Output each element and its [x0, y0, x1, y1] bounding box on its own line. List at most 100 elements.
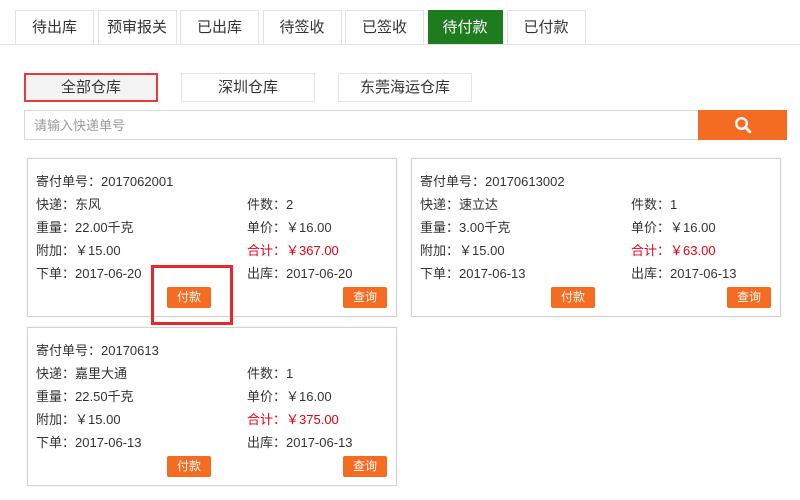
pay-button[interactable]: 付款 [167, 287, 211, 308]
surcharge-field: 附加：￥15.00 [36, 408, 247, 431]
total-label: 合计： [631, 243, 671, 258]
courier-field: 快递：东风 [36, 193, 247, 216]
outbound-date-label: 出库： [631, 266, 671, 281]
pieces-field: 件数：2 [247, 193, 387, 216]
pay-button[interactable]: 付款 [551, 287, 595, 308]
pay-button[interactable]: 付款 [167, 456, 211, 477]
courier-value: 东风 [75, 197, 102, 212]
pieces-label: 件数： [631, 197, 671, 212]
courier-label: 快递： [420, 197, 460, 212]
pieces-value: 2 [286, 197, 294, 212]
outbound-date-label: 出库： [247, 266, 287, 281]
tab-paid[interactable]: 已付款 [506, 10, 586, 44]
order-date-field: 下单：2017-06-13 [420, 262, 631, 285]
query-button[interactable]: 查询 [343, 287, 387, 308]
courier-value: 嘉里大通 [75, 366, 128, 381]
unit-price-value: ￥16.00 [286, 389, 332, 404]
order-date-label: 下单： [36, 435, 76, 450]
total-label: 合计： [247, 412, 287, 427]
order-number-value: 2017062001 [101, 174, 174, 189]
order-number-label: 寄付单号： [420, 174, 486, 189]
outbound-date-value: 2017-06-13 [286, 435, 353, 450]
unit-price-field: 单价：￥16.00 [631, 216, 771, 239]
pieces-label: 件数： [247, 197, 287, 212]
order-number-field: 寄付单号：2017062001 [36, 170, 387, 193]
order-fields: 寄付单号：2017062001 快递：东风 件数：2 重量：22.00千克 单价… [36, 170, 387, 285]
total-value: ￥63.00 [670, 243, 716, 258]
tab-signed[interactable]: 已签收 [345, 10, 424, 44]
tab-pending-signoff[interactable]: 待签收 [262, 10, 342, 44]
status-tab-bar: 待出库 预审报关 已出库 待签收 已签收 待付款 已付款 [15, 10, 589, 44]
surcharge-field: 附加：￥15.00 [420, 239, 631, 262]
warehouse-filter-all[interactable]: 全部仓库 [24, 73, 158, 102]
order-date-label: 下单： [36, 266, 76, 281]
pieces-value: 1 [286, 366, 294, 381]
outbound-date-value: 2017-06-20 [286, 266, 353, 281]
weight-label: 重量： [36, 389, 76, 404]
weight-value: 22.00千克 [75, 220, 134, 235]
pieces-value: 1 [670, 197, 678, 212]
weight-value: 22.50千克 [75, 389, 134, 404]
tab-pre-customs[interactable]: 预审报关 [97, 10, 177, 44]
order-fields: 寄付单号：20170613002 快递：速立达 件数：1 重量：3.00千克 单… [420, 170, 771, 285]
weight-field: 重量：22.00千克 [36, 216, 247, 239]
surcharge-value: ￥15.00 [75, 243, 121, 258]
weight-field: 重量：22.50千克 [36, 385, 247, 408]
pieces-field: 件数：1 [247, 362, 387, 385]
unit-price-value: ￥16.00 [670, 220, 716, 235]
order-fields: 寄付单号：20170613 快递：嘉里大通 件数：1 重量：22.50千克 单价… [36, 339, 387, 454]
order-number-label: 寄付单号： [36, 174, 102, 189]
order-number-field: 寄付单号：20170613002 [420, 170, 771, 193]
query-button[interactable]: 查询 [727, 287, 771, 308]
total-value: ￥375.00 [286, 412, 339, 427]
outbound-date-label: 出库： [247, 435, 287, 450]
unit-price-label: 单价： [247, 389, 287, 404]
order-date-field: 下单：2017-06-13 [36, 431, 247, 454]
weight-field: 重量：3.00千克 [420, 216, 631, 239]
pieces-field: 件数：1 [631, 193, 771, 216]
tab-pending-payment[interactable]: 待付款 [427, 10, 503, 44]
query-button[interactable]: 查询 [343, 456, 387, 477]
search-button[interactable] [698, 110, 787, 140]
tab-shipped[interactable]: 已出库 [180, 10, 259, 44]
total-field: 合计：￥63.00 [631, 239, 771, 262]
unit-price-field: 单价：￥16.00 [247, 216, 387, 239]
order-card: 寄付单号：20170613002 快递：速立达 件数：1 重量：3.00千克 单… [411, 158, 781, 317]
unit-price-label: 单价： [247, 220, 287, 235]
warehouse-filter-shenzhen[interactable]: 深圳仓库 [181, 73, 315, 102]
surcharge-label: 附加： [36, 412, 76, 427]
order-number-value: 20170613 [101, 343, 159, 358]
outbound-date-value: 2017-06-13 [670, 266, 737, 281]
order-date-field: 下单：2017-06-20 [36, 262, 247, 285]
unit-price-value: ￥16.00 [286, 220, 332, 235]
total-value: ￥367.00 [286, 243, 339, 258]
surcharge-label: 附加： [420, 243, 460, 258]
order-date-label: 下单： [420, 266, 460, 281]
search-icon [734, 116, 752, 134]
surcharge-value: ￥15.00 [459, 243, 505, 258]
courier-label: 快递： [36, 366, 76, 381]
outbound-date-field: 出库：2017-06-13 [631, 262, 771, 285]
tracking-number-search-input[interactable] [24, 110, 698, 140]
total-field: 合计：￥375.00 [247, 408, 387, 431]
unit-price-label: 单价： [631, 220, 671, 235]
order-date-value: 2017-06-13 [459, 266, 526, 281]
warehouse-filter-dongguan-sea[interactable]: 东莞海运仓库 [338, 73, 472, 102]
order-date-value: 2017-06-20 [75, 266, 142, 281]
surcharge-field: 附加：￥15.00 [36, 239, 247, 262]
courier-field: 快递：嘉里大通 [36, 362, 247, 385]
order-number-value: 20170613002 [485, 174, 565, 189]
weight-label: 重量： [36, 220, 76, 235]
courier-value: 速立达 [459, 197, 499, 212]
outbound-date-field: 出库：2017-06-20 [247, 262, 387, 285]
warehouse-filter-bar: 全部仓库 深圳仓库 东莞海运仓库 [24, 73, 495, 102]
order-number-field: 寄付单号：20170613 [36, 339, 387, 362]
surcharge-label: 附加： [36, 243, 76, 258]
surcharge-value: ￥15.00 [75, 412, 121, 427]
order-card: 寄付单号：20170613 快递：嘉里大通 件数：1 重量：22.50千克 单价… [27, 327, 397, 486]
outbound-date-field: 出库：2017-06-13 [247, 431, 387, 454]
order-number-label: 寄付单号： [36, 343, 102, 358]
total-field: 合计：￥367.00 [247, 239, 387, 262]
unit-price-field: 单价：￥16.00 [247, 385, 387, 408]
tab-pending-outbound[interactable]: 待出库 [15, 10, 94, 44]
